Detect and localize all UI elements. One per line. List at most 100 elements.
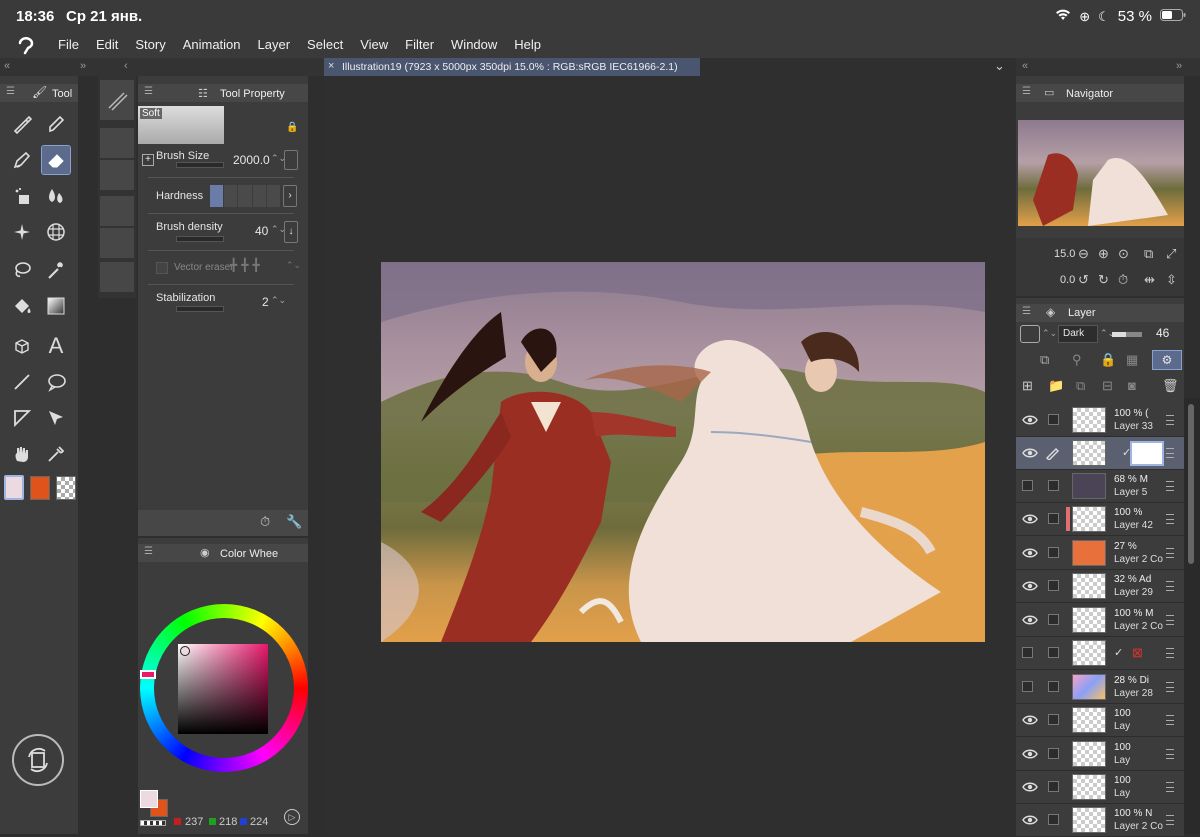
layer-thumbnail[interactable] [1072,640,1106,666]
zoom-out-icon[interactable]: ⊖ [1078,246,1089,262]
lock-layer-icon[interactable]: 🔒 [1100,352,1116,368]
new-raster-layer-icon[interactable]: ⊞ [1022,378,1033,394]
eye-icon[interactable] [1022,780,1038,794]
clip-layer-icon[interactable]: ⧉ [1040,352,1049,368]
brush-size-slider[interactable] [176,162,224,168]
layer-row[interactable]: 100 % M Layer 2 Co [1016,604,1184,637]
layer-row[interactable]: 100 % (Layer 33 [1016,404,1184,437]
layer-checkbox[interactable] [1048,647,1059,658]
vector-eraser-checkbox[interactable] [156,262,168,274]
eye-icon[interactable] [1022,747,1038,761]
panel-menu-icon[interactable]: ☰ [144,546,153,557]
layer-menu-icon[interactable] [1166,415,1174,425]
line-tool[interactable] [8,368,36,396]
saturation-value-square[interactable] [178,644,268,734]
pen-tool[interactable] [8,110,36,138]
canvas-tab[interactable]: × Illustration19 (7923 x 5000px 350dpi 1… [324,58,700,76]
hue-handle[interactable] [140,670,156,679]
menu-filter[interactable]: Filter [405,37,434,52]
layer-checkbox[interactable] [1048,547,1059,558]
vector-eraser-mode-icons[interactable]: ╋╋╋ [230,258,264,272]
layer-menu-icon[interactable] [1166,715,1174,725]
material-icon[interactable] [100,228,134,258]
layer-row[interactable]: 100 % Layer 42 [1016,503,1184,536]
density-pressure-icon[interactable]: ↓ [284,221,298,243]
hardness-expand-icon[interactable]: › [283,185,297,207]
artwork-canvas[interactable] [381,262,985,642]
layer-mask-thumb[interactable] [1130,441,1164,466]
3d-object-tool[interactable] [8,332,36,360]
tool-settings-icon[interactable] [100,128,134,158]
layer-checkbox[interactable] [1048,714,1059,725]
stepper-icon[interactable]: ⌃⌄ [286,260,301,271]
eye-icon[interactable] [1022,713,1038,727]
layer-thumbnail[interactable] [1072,707,1106,733]
hardness-selector[interactable] [210,185,281,207]
dock-right-expand-icon[interactable]: » [1176,60,1182,72]
layer-menu-icon[interactable] [1166,782,1174,792]
menu-view[interactable]: View [360,37,388,52]
layer-thumbnail[interactable] [1072,407,1106,433]
fit-window-icon[interactable]: ⤢ [1166,246,1176,262]
layer-thumbnail[interactable] [1072,774,1106,800]
ruler-tool[interactable] [8,404,36,432]
layer-property-icon[interactable] [100,196,134,226]
lock-icon[interactable]: 🔒 [286,122,298,133]
layer-row[interactable]: 100 % N Layer 2 Co [1016,804,1184,837]
panel-menu-icon[interactable]: ☰ [1022,86,1031,97]
balloon-tool[interactable] [42,368,70,396]
layer-checkbox[interactable] [1048,614,1059,625]
copy-layer-icon[interactable]: ⧉ [1076,378,1085,394]
airbrush-tool[interactable] [8,182,36,210]
fill-tool[interactable] [8,292,36,320]
new-folder-icon[interactable]: 📁 [1048,378,1064,394]
layer-checkbox[interactable] [1048,781,1059,792]
panel-main-color[interactable] [140,790,158,808]
eye-icon[interactable] [1022,512,1038,526]
actual-size-icon[interactable]: ⧉ [1144,246,1153,262]
layer-thumbnail[interactable] [1072,440,1106,466]
timeline-icon[interactable] [100,262,134,292]
sub-color-swatch[interactable] [30,476,50,500]
rotate-left-icon[interactable]: ↺ [1078,272,1089,288]
magic-wand-tool[interactable] [42,256,70,284]
reset-icon[interactable]: ⏱ [260,514,270,530]
visibility-off-checkbox[interactable] [1022,480,1033,491]
expand-icon[interactable]: » [80,60,86,72]
eye-icon[interactable] [1022,546,1038,560]
menu-help[interactable]: Help [514,37,541,52]
layer-checkbox[interactable] [1048,513,1059,524]
layer-menu-icon[interactable] [1166,548,1174,558]
eye-icon[interactable] [1022,813,1038,827]
layer-row[interactable]: 100 Lay [1016,771,1184,804]
layer-row[interactable]: 100 Lay [1016,704,1184,737]
layer-row[interactable]: ✓ ⊠ [1016,637,1184,670]
flip-horizontal-icon[interactable]: ⇹ [1144,272,1155,288]
layer-thumbnail[interactable] [1072,607,1106,633]
layer-checkbox[interactable] [1048,748,1059,759]
pencil-tool[interactable] [42,110,70,138]
layer-menu-icon[interactable] [1166,749,1174,759]
stepper-icon[interactable]: ⌃⌄ [271,295,286,306]
quick-access-button[interactable] [12,734,64,786]
menu-window[interactable]: Window [451,37,497,52]
brush-tool[interactable] [8,146,36,174]
eraser-tool[interactable] [41,145,71,175]
layer-checkbox[interactable] [1048,814,1059,825]
chevron-down-icon[interactable]: ⌄ [994,58,1005,74]
layer-menu-icon[interactable] [1166,682,1174,692]
add-size-icon[interactable]: + [142,154,154,166]
collapse-icon[interactable]: ‹ [124,60,128,72]
layer-thumbnail[interactable] [1072,540,1106,566]
layer-menu-icon[interactable] [1166,648,1174,658]
layer-checkbox[interactable] [1048,414,1059,425]
trash-icon[interactable]: 🗑 [1162,378,1179,394]
layer-row[interactable]: 27 % Layer 2 Co [1016,537,1184,570]
layer-row[interactable]: 32 % Ad Layer 29 [1016,570,1184,603]
main-color-swatch[interactable] [4,475,24,500]
stepper-icon[interactable]: ⌃⌄ [1042,328,1057,339]
close-tab-icon[interactable]: × [328,60,334,72]
scroll-thumb[interactable] [1188,404,1194,564]
decoration-tool[interactable] [8,218,36,246]
layer-thumbnail[interactable] [1072,674,1106,700]
